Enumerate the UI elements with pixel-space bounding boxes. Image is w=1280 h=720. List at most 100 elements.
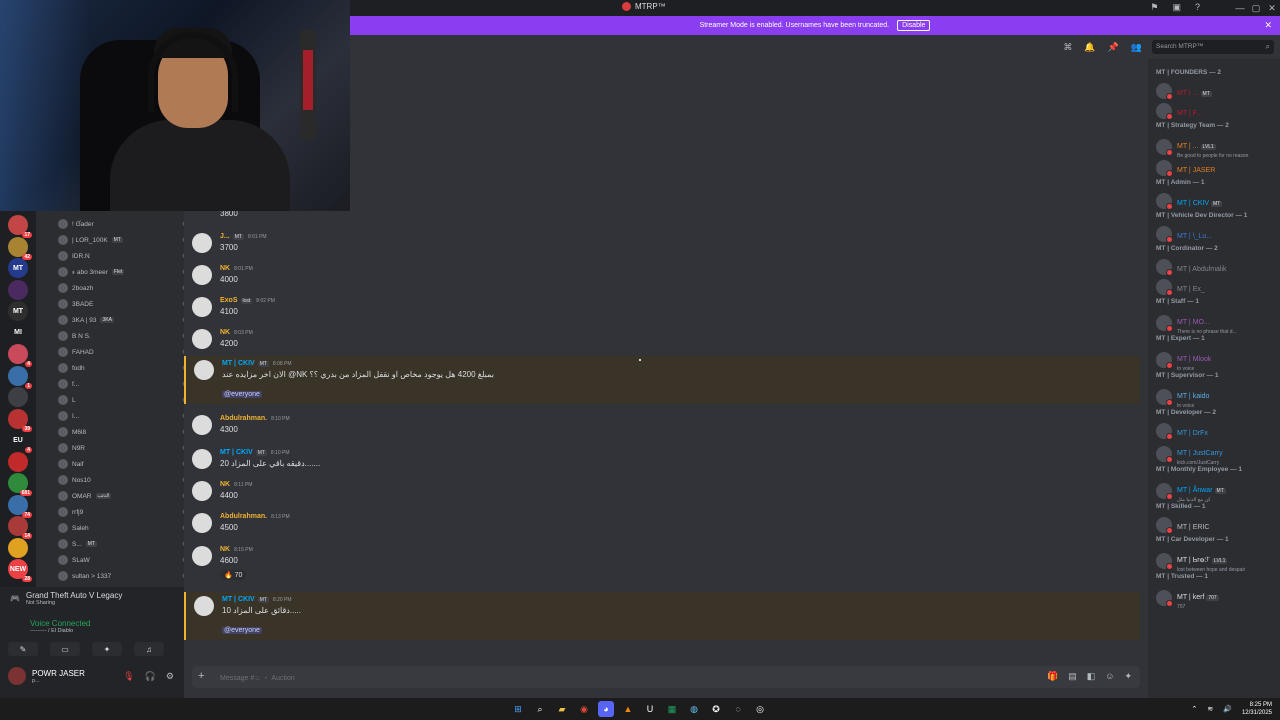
voice-user[interactable]: Nos10⊘ [58, 475, 184, 485]
mute-icon[interactable]: 🎙 [123, 671, 134, 682]
activities-button[interactable]: ✦ [92, 642, 122, 656]
current-user[interactable]: POWR JASER p... [8, 667, 85, 685]
message-author[interactable]: Abdulrahman. 8:13 PM [220, 513, 290, 520]
member[interactable]: MT | DrFx [1156, 422, 1276, 440]
voice-user[interactable]: rrfj9⊘ [58, 507, 184, 517]
chevron-up-icon[interactable]: ⌃ [1192, 705, 1198, 713]
gif-icon[interactable]: ▤ [1068, 671, 1077, 682]
voice-user[interactable]: 2boazh⊘ [58, 283, 184, 293]
voice-user[interactable]: SLaW⊘ [58, 555, 184, 565]
message-author[interactable]: J... MT 8:01 PM [220, 233, 267, 240]
member[interactable]: MT | kerf 707 707 [1156, 586, 1276, 610]
server-icon[interactable]: MT [8, 258, 28, 278]
voice-user[interactable]: B N S.⊘ [58, 331, 184, 341]
server-icon[interactable] [8, 451, 28, 472]
settings-icon[interactable]: ⚙ [166, 671, 174, 682]
member[interactable]: MT | F... [1156, 102, 1276, 120]
voice-user[interactable]: | LOR_100KMT⊘ [58, 235, 184, 245]
avatar[interactable] [192, 329, 212, 349]
wifi-icon[interactable]: ≋ [1207, 705, 1213, 713]
windows-start-icon[interactable]: ⊞ [510, 701, 526, 717]
member[interactable]: MT | Ex_ [1156, 278, 1276, 296]
pin-icon[interactable]: 📌 [1108, 42, 1119, 53]
obs-icon[interactable]: ◌ [730, 701, 746, 717]
voice-user[interactable]: I...⊘ [58, 411, 184, 421]
voice-user[interactable]: M6l8⊘ [58, 427, 184, 437]
voice-user[interactable]: f...⊘ [58, 379, 184, 389]
excel-icon[interactable]: ▦ [664, 701, 680, 717]
everyone-mention[interactable]: @everyone [222, 627, 262, 634]
maximize-button[interactable]: ▢ [1248, 0, 1264, 16]
server-icon[interactable] [8, 387, 28, 407]
volume-icon[interactable]: 🔊 [1223, 705, 1232, 713]
voice-user[interactable]: Saleh⊘ [58, 523, 184, 533]
voice-user[interactable]: FAHAD⊘ [58, 347, 184, 357]
member[interactable]: MT | ... LVL1 Be good to people for no rea… [1156, 135, 1276, 159]
discord-icon[interactable]: ◕ [598, 701, 614, 717]
steam-icon[interactable]: ◍ [686, 701, 702, 717]
inbox-icon[interactable]: ⚑ [1150, 2, 1158, 13]
voice-user[interactable]: fodh⊘ [58, 363, 184, 373]
clock[interactable]: 8:25 PM 12/31/2025 [1242, 701, 1272, 717]
member[interactable]: MT | MO... There is no phrase that d... [1156, 311, 1276, 335]
avatar[interactable] [192, 415, 212, 435]
voice-user[interactable]: Naif⊘ [58, 459, 184, 469]
voice-user[interactable]: 3KA | 933KA⊘ [58, 315, 184, 325]
member[interactable]: MT | ERIC [1156, 516, 1276, 534]
avatar[interactable] [192, 546, 212, 566]
help-icon[interactable]: ? [1195, 2, 1200, 13]
message-composer[interactable]: + Message #♨ ・ Auction 🎁 ▤ ◧ ☺ ✦ [192, 666, 1140, 688]
file-explorer-icon[interactable]: ▰ [554, 701, 570, 717]
message-author[interactable]: ExoS lost 8:02 PM [220, 297, 275, 304]
message-author[interactable]: NK 8:03 PM [220, 329, 253, 336]
screen-icon[interactable]: ▣ [1172, 2, 1181, 13]
member[interactable]: MT | Abdulmalik [1156, 258, 1276, 276]
server-icon[interactable]: EU 4 [8, 430, 32, 453]
member[interactable]: MT | ... MT [1156, 82, 1276, 100]
message-author[interactable]: MT | CKIV MT 8:10 PM [220, 449, 290, 456]
members-icon[interactable]: 👥 [1131, 42, 1142, 53]
avatar[interactable] [192, 513, 212, 533]
voice-connection[interactable]: Voice Connected --------- / El Diablo [30, 619, 91, 634]
vlc-icon[interactable]: ▲ [620, 701, 636, 717]
sticker-icon[interactable]: ◧ [1087, 671, 1096, 682]
avatar[interactable] [192, 481, 212, 501]
avatar[interactable] [192, 265, 212, 285]
add-attachment-icon[interactable]: + [198, 670, 204, 682]
server-icon[interactable]: 1 [8, 365, 32, 389]
message-author[interactable]: NK 8:01 PM [220, 265, 253, 272]
server-icon[interactable]: NEW 28 [8, 559, 32, 582]
voice-user[interactable]: sultan > 1337⊘ [58, 571, 184, 581]
voice-user[interactable]: IDR.N⊘ [58, 251, 184, 261]
rockstar-icon[interactable]: ✪ [708, 701, 724, 717]
emoji-icon[interactable]: ☺ [1105, 671, 1114, 682]
message-author[interactable]: NK 8:15 PM [220, 546, 253, 553]
apps-icon[interactable]: ✦ [1124, 671, 1132, 682]
message-author[interactable]: MT | CKIV MT 8:08 PM [222, 360, 292, 367]
message-author[interactable]: MT | CKIV MT 8:20 PM [222, 596, 292, 603]
member[interactable]: MT | CKIV MT [1156, 192, 1276, 210]
avatar[interactable] [192, 449, 212, 469]
server-icon[interactable]: 74 [8, 494, 32, 518]
server-icon[interactable]: 14 [8, 516, 32, 539]
avatar[interactable] [192, 297, 212, 317]
voice-user[interactable]: OMARالذئب⊘ [58, 491, 184, 501]
soundboard-button[interactable]: ♫ [134, 642, 164, 656]
server-icon[interactable]: MT [8, 301, 28, 321]
screen-share-button[interactable]: ▭ [50, 642, 80, 656]
voice-user[interactable]: N9R⊘ [58, 443, 184, 453]
member[interactable]: MT | Ãnwar MT كن مع الدنيا مثل [1156, 479, 1276, 503]
server-icon[interactable]: 681 [8, 473, 32, 496]
voice-user[interactable]: ! Ɠader⊘ [58, 219, 184, 229]
camera-button[interactable]: ✎ [8, 642, 38, 656]
voice-user[interactable]: ء abo 3meerFlet⊘ [58, 267, 184, 277]
member[interactable]: MT | JASER [1156, 159, 1276, 177]
unreal-icon[interactable]: U [642, 701, 658, 717]
minimize-button[interactable]: — [1232, 0, 1248, 16]
member[interactable]: MT | Mlook In voice [1156, 348, 1276, 372]
server-icon[interactable]: 4 [8, 344, 32, 367]
disable-streamer-button[interactable]: Disable [897, 20, 931, 31]
message-author[interactable]: NK 8:11 PM [220, 481, 252, 488]
server-icon[interactable]: 39 [8, 408, 32, 432]
search-icon[interactable]: ⌕ [532, 701, 548, 717]
